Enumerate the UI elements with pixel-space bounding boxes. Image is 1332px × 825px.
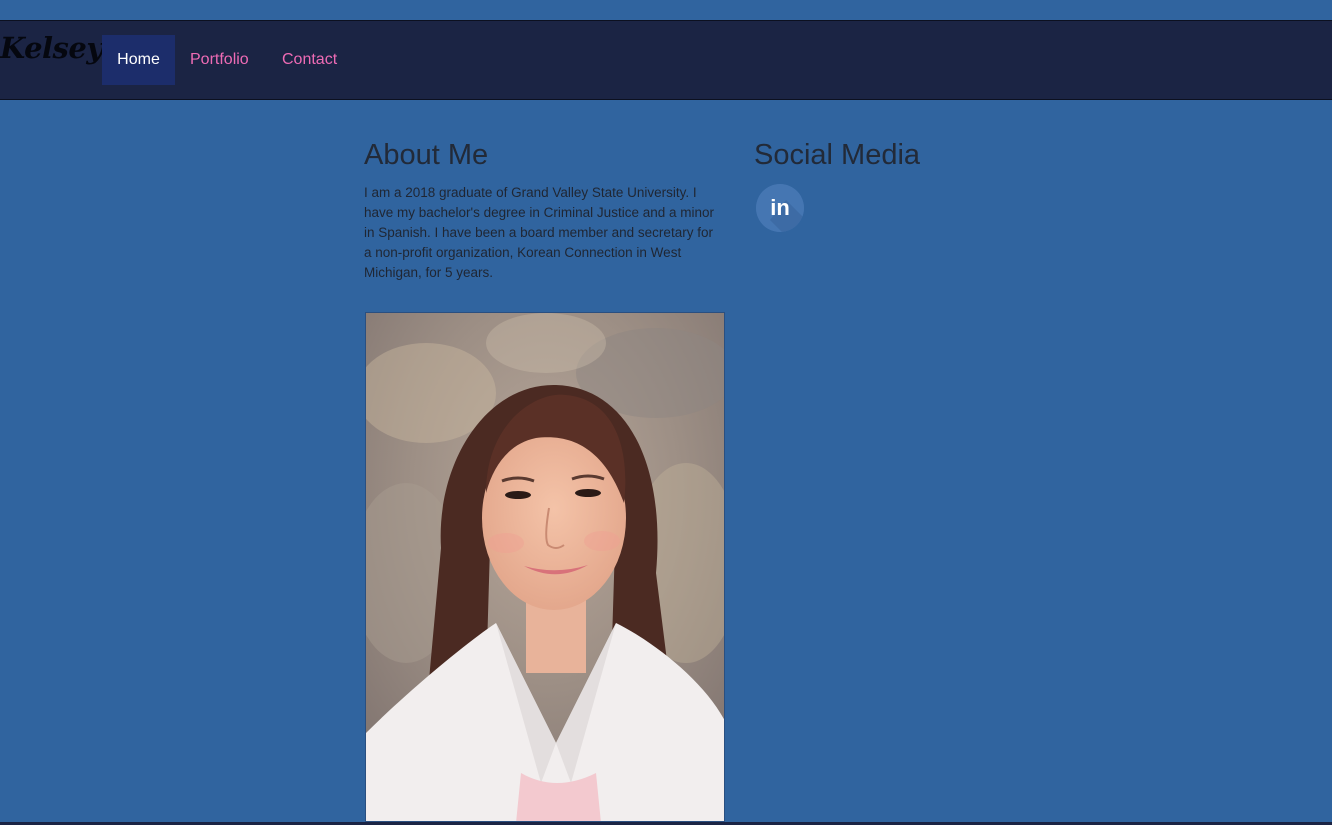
linkedin-icon[interactable]: in bbox=[756, 184, 804, 232]
brand-logo[interactable]: Kelsey bbox=[0, 31, 103, 65]
about-paragraph: I am a 2018 graduate of Grand Valley Sta… bbox=[364, 185, 714, 280]
about-heading: About Me bbox=[364, 139, 489, 171]
nav-home-link[interactable]: Home bbox=[102, 35, 175, 85]
social-media-heading: Social Media bbox=[754, 139, 921, 171]
profile-photo bbox=[365, 312, 725, 822]
navbar: Kelsey Home Portfolio Contact bbox=[0, 20, 1332, 100]
page: Kelsey Home Portfolio Contact About Me I… bbox=[0, 0, 1332, 825]
nav-portfolio-link[interactable]: Portfolio bbox=[190, 35, 249, 85]
nav-contact-link[interactable]: Contact bbox=[282, 35, 337, 85]
linkedin-glyph: in bbox=[770, 195, 790, 220]
